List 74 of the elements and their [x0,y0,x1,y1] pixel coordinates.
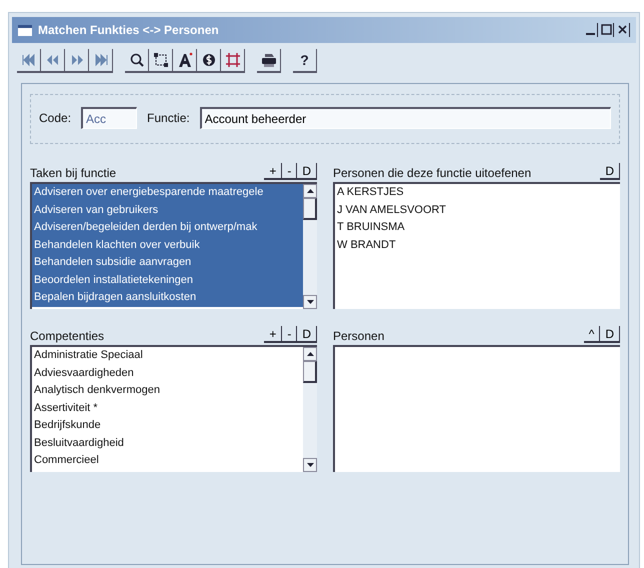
list-item[interactable]: Bedrijfskunde [32,417,303,434]
down-arrow-icon[interactable] [306,463,314,467]
list-item[interactable]: Beoordelen installatietekeningen [32,272,303,289]
list-action-button[interactable]: D [600,326,620,343]
list-title: Personen [333,329,384,343]
scrollbar-thumb[interactable] [303,361,317,383]
list-item[interactable]: Bepalen bijdragen aansluitkosten [32,289,303,306]
list-item[interactable]: Commercieel [32,452,303,470]
close-button[interactable] [616,23,630,37]
list-item[interactable]: Behandelen subsidie aanvragen [32,254,303,272]
search-icon [128,52,144,68]
selection-frame-icon [152,52,168,68]
functie-field[interactable]: Account beheerder [200,107,611,129]
scrollbar-thumb[interactable] [303,198,317,220]
dollar-icon [200,52,216,68]
dollar-button[interactable] [197,49,221,73]
help-button[interactable]: ? [293,49,317,73]
list-item[interactable]: Administratie Speciaal [32,347,303,364]
list-box[interactable]: A KERSTJES J VAN AMELSVOORT T BRUINSMA W BRANDT [333,182,620,309]
prev-button[interactable] [41,49,65,73]
maximize-icon [600,23,613,36]
code-label: Code: [39,111,72,125]
list-item[interactable]: Besluitvaardigheid [32,434,303,452]
list-action-button[interactable]: - [282,163,298,180]
list-action-button[interactable]: + [264,326,282,343]
crop-icon [224,52,240,68]
print-button[interactable] [257,49,281,73]
list-item[interactable]: W BRANDT [335,236,620,254]
minimize-button[interactable] [584,23,598,37]
search-button[interactable] [125,49,149,73]
printer-icon [260,52,276,68]
close-icon [616,23,629,36]
crop-button[interactable] [221,49,245,73]
list-box[interactable] [30,182,317,309]
list-action-button[interactable]: D [297,326,317,343]
first-record-icon [20,52,36,68]
list-item[interactable]: J VAN AMELSVOORT [335,202,620,219]
letter-a-icon [176,52,192,68]
list-action-button[interactable]: + [264,163,282,180]
last-record-icon [92,52,108,68]
frame-button[interactable] [149,49,173,73]
list-box[interactable] [333,345,620,472]
list-item[interactable]: Analytisch denkvermogen [32,382,303,400]
list-item[interactable]: Adviesvaardigheden [32,364,303,382]
down-arrow-icon[interactable] [306,300,314,304]
list-item[interactable]: Adviseren over energiebesparende maatregele [32,184,303,202]
window-icon [18,24,32,36]
minimize-icon [586,32,595,35]
font-button[interactable] [173,49,197,73]
scrollbar[interactable] [303,347,317,472]
list-box[interactable]: Administratie Speciaal Adviesvaardigheden Analytisch denkvermogen Assertiviteit * Bedrijfskunde Besluitvaardigheid Commercieel [30,345,317,472]
list-title: Personen die deze functie uitoefenen [333,166,532,180]
list-action-button[interactable]: - [282,326,298,343]
list-action-button[interactable]: D [600,163,620,180]
list-item[interactable]: Adviseren van gebruikers [32,202,303,219]
list-title: Competenties [30,329,104,343]
list-action-button[interactable]: D [297,163,317,180]
list-item[interactable]: Assertiviteit * [32,400,303,417]
up-arrow-icon[interactable] [306,352,314,356]
list-item[interactable]: T BRUINSMA [335,219,620,236]
last-button[interactable] [89,49,113,73]
up-arrow-icon[interactable] [306,189,314,193]
list-item[interactable]: Adviseren/begeleiden derden bij ontwerp/mak [32,219,303,236]
code-field[interactable]: Acc [81,107,138,129]
list-action-button[interactable]: ^ [584,326,600,343]
scrollbar[interactable] [303,184,317,309]
list-item[interactable]: A KERSTJES [335,184,620,202]
window-title: Matchen Funkties <-> Personen [38,23,220,37]
maximize-button[interactable] [600,23,614,37]
next-button[interactable] [65,49,89,73]
list-item[interactable]: Behandelen klachten over verbuik [32,236,303,254]
list-title: Taken bij functie [30,166,116,180]
functie-label: Functie: [147,111,190,125]
first-button[interactable] [17,49,41,73]
